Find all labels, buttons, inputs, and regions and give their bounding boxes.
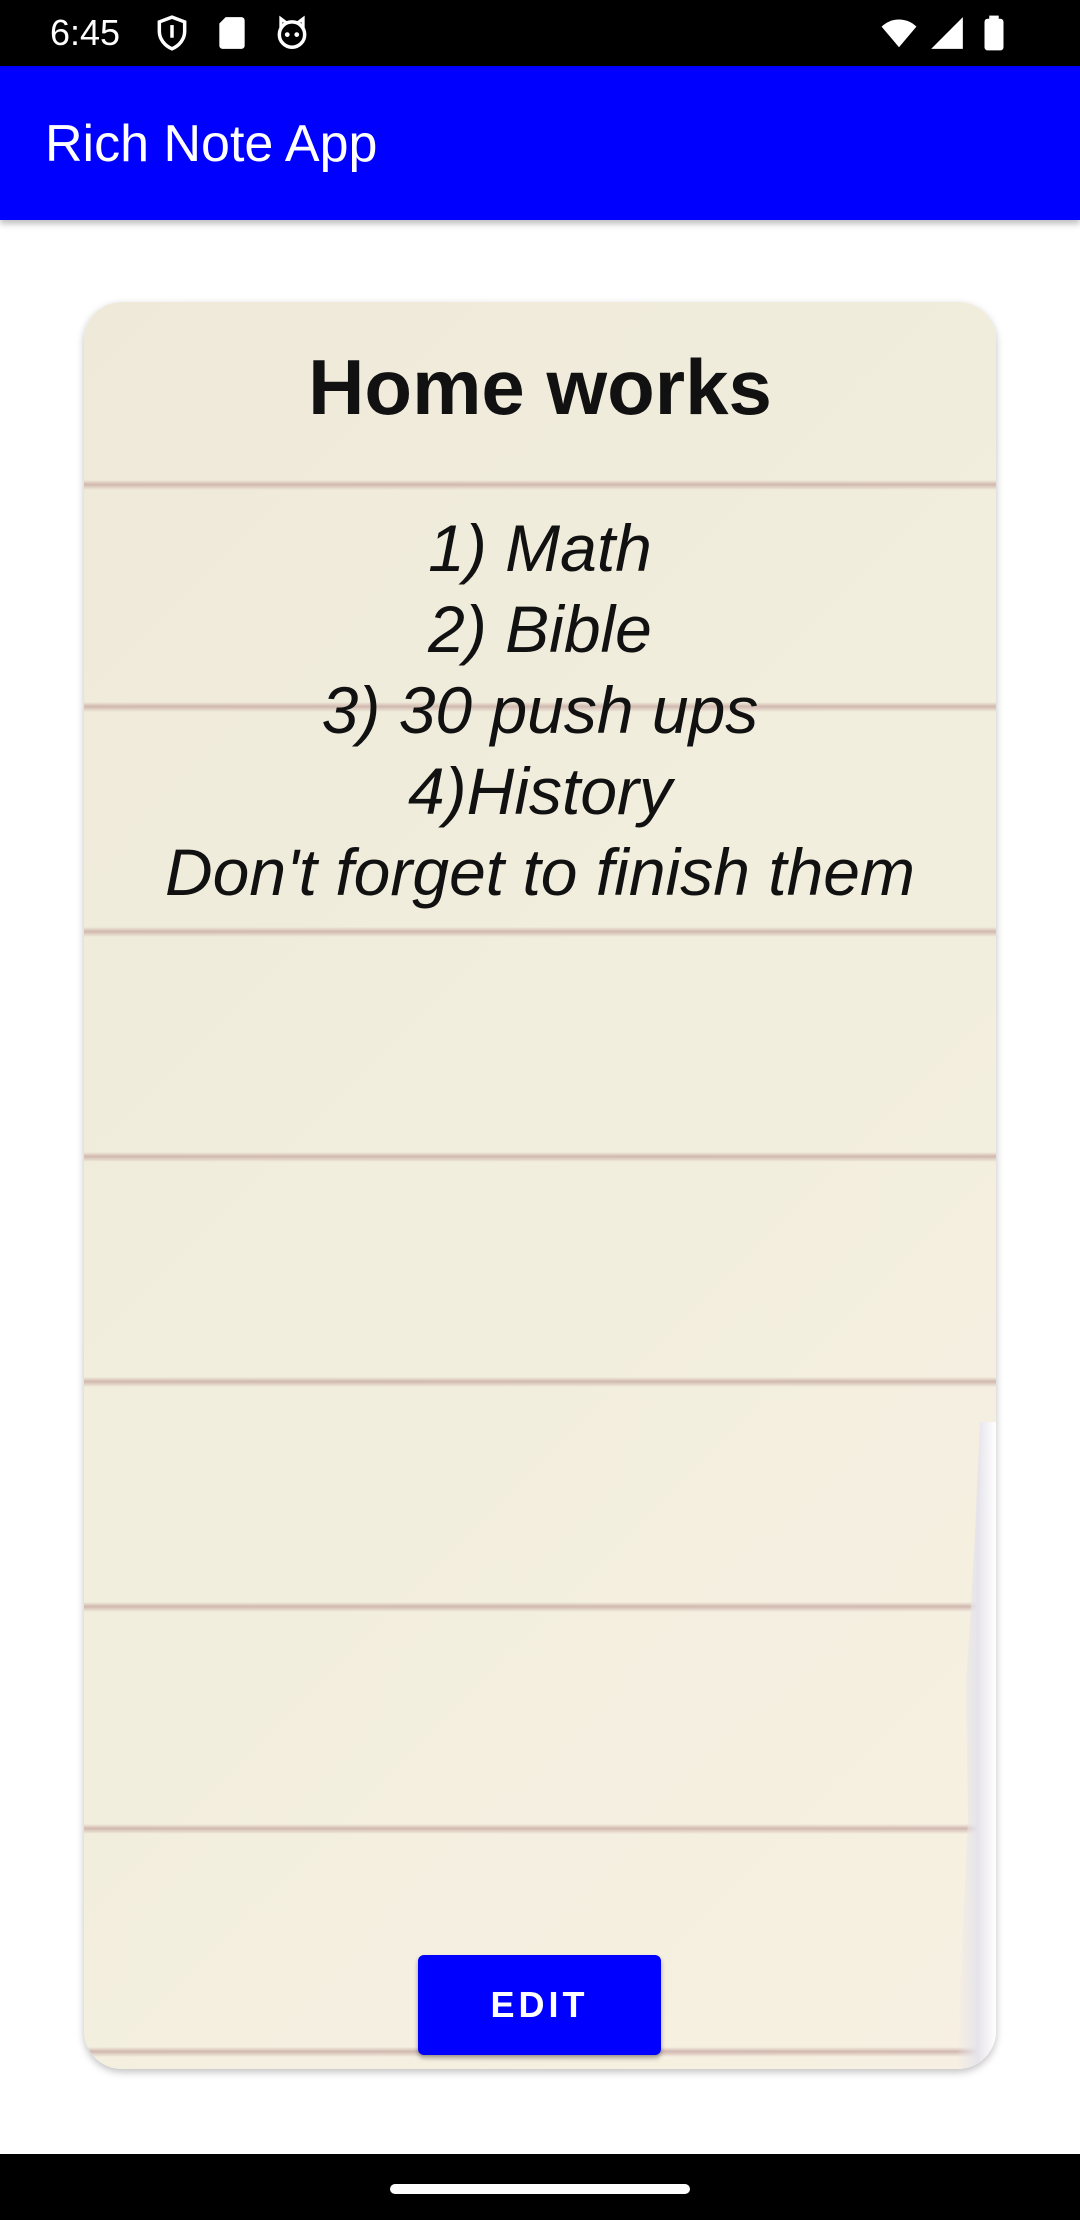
sd-card-icon <box>219 17 245 49</box>
paper-line <box>84 480 996 490</box>
note-body: 1) Math 2) Bible 3) 30 push ups 4)Histor… <box>84 508 996 913</box>
torn-paper-edge <box>956 1422 996 2069</box>
edit-button[interactable]: EDIT <box>418 1955 661 2055</box>
note-line: Don't forget to finish them <box>165 835 915 909</box>
home-indicator[interactable] <box>390 2184 690 2194</box>
paper-line <box>84 1602 996 1612</box>
navigation-bar <box>0 2154 1080 2220</box>
note-card: Home works 1) Math 2) Bible 3) 30 push u… <box>84 302 996 2069</box>
wifi-icon <box>881 19 917 48</box>
shield-icon <box>157 15 187 51</box>
note-title: Home works <box>308 343 772 431</box>
cat-face-icon <box>277 15 307 49</box>
note-line: 3) 30 push ups <box>321 673 759 747</box>
cellular-signal-icon <box>931 17 963 49</box>
paper-line <box>84 1824 996 1834</box>
app-title: Rich Note App <box>45 115 378 173</box>
paper-line <box>84 1152 996 1162</box>
note-line: 4)History <box>407 754 673 828</box>
paper-line <box>84 1377 996 1387</box>
status-time: 6:45 <box>50 12 121 53</box>
paper-line <box>84 927 996 937</box>
status-bar: 6:45 <box>0 0 1080 66</box>
app-bar: Rich Note App <box>0 66 1080 220</box>
battery-icon <box>984 15 1004 51</box>
note-line: 1) Math <box>428 511 652 585</box>
note-line: 2) Bible <box>428 592 652 666</box>
